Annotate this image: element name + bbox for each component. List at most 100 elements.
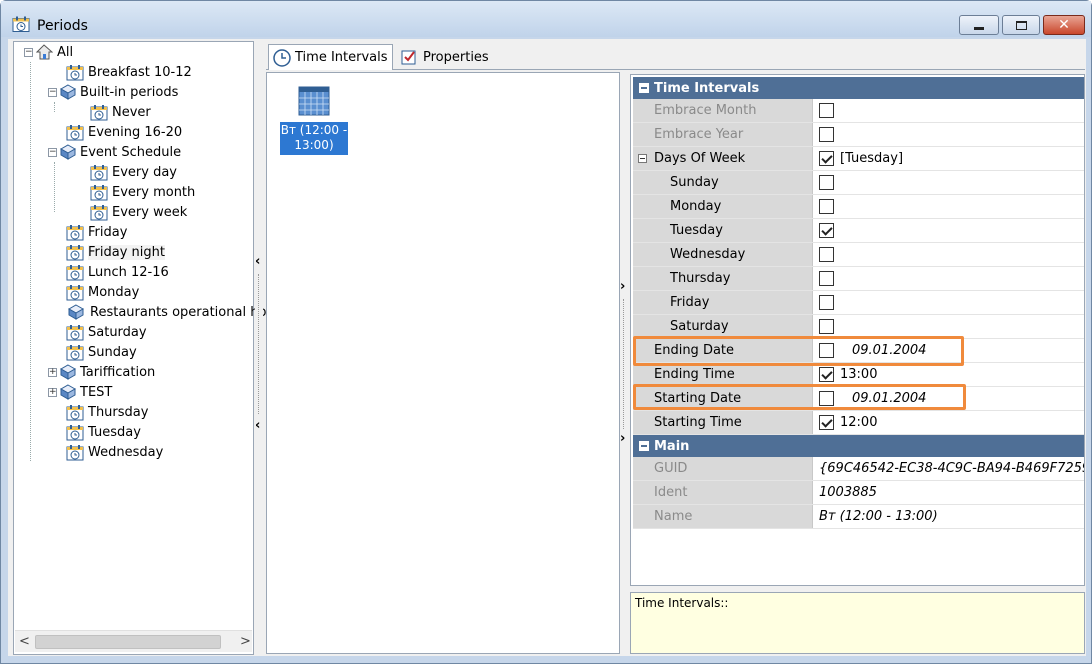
collapse-right-icon[interactable]: › bbox=[620, 431, 625, 446]
tree-item-label: Event Schedule bbox=[80, 144, 182, 160]
saturday-checkbox[interactable] bbox=[819, 319, 834, 334]
tree-item-thursday[interactable]: Thursday bbox=[66, 403, 148, 421]
collapse-left-icon[interactable]: ‹ bbox=[255, 418, 260, 433]
starting-time-checkbox[interactable] bbox=[819, 415, 834, 430]
scroll-left-icon[interactable]: < bbox=[19, 634, 30, 649]
sunday-checkbox[interactable] bbox=[819, 175, 834, 190]
client-area: − All Breakfast 10-12 − Built-in periods… bbox=[8, 39, 1086, 656]
friday-checkbox[interactable] bbox=[819, 295, 834, 310]
tree-item-test[interactable]: + TEST bbox=[48, 383, 112, 401]
monday-checkbox[interactable] bbox=[819, 199, 834, 214]
tree-item-every-day[interactable]: Every day bbox=[90, 163, 177, 181]
tree-item-friday-night[interactable]: Friday night bbox=[66, 243, 165, 261]
prop-starting-time[interactable]: Starting Time 12:00 bbox=[633, 411, 1084, 435]
tree-item-tariffication[interactable]: + Tariffication bbox=[48, 363, 155, 381]
prop-ident[interactable]: Ident 1003885 bbox=[633, 481, 1084, 505]
collapse-icon[interactable]: − bbox=[48, 147, 57, 157]
tree-item-lunch[interactable]: Lunch 12-16 bbox=[66, 263, 169, 281]
collapse-icon[interactable] bbox=[639, 441, 649, 451]
prop-name: Embrace Month bbox=[633, 99, 813, 122]
minimize-button[interactable] bbox=[959, 15, 999, 35]
time-intervals-list[interactable]: Вт (12:00 - 13:00) bbox=[266, 72, 620, 654]
category-main[interactable]: Main bbox=[633, 435, 1084, 457]
ending-time-checkbox[interactable] bbox=[819, 367, 834, 382]
collapse-icon[interactable] bbox=[639, 83, 649, 93]
collapse-left-icon[interactable]: ‹ bbox=[255, 254, 260, 269]
tree-item-event-schedule[interactable]: − Event Schedule bbox=[48, 143, 181, 161]
prop-name: Saturday bbox=[633, 315, 813, 338]
splitter-grip bbox=[623, 299, 624, 429]
calendar-clock-icon bbox=[12, 15, 30, 33]
tree-item-restaurants[interactable]: Restaurants operational hou bbox=[68, 303, 275, 321]
tree-item-every-month[interactable]: Every month bbox=[90, 183, 195, 201]
right-splitter[interactable]: › › bbox=[620, 279, 628, 449]
tree-item-tuesday[interactable]: Tuesday bbox=[66, 423, 141, 441]
category-time-intervals[interactable]: Time Intervals bbox=[633, 77, 1084, 99]
highlight-starting-date bbox=[633, 384, 966, 410]
prop-value: 13:00 bbox=[840, 367, 878, 382]
thursday-checkbox[interactable] bbox=[819, 271, 834, 286]
prop-embrace-year[interactable]: Embrace Year bbox=[633, 123, 1084, 147]
tab-properties[interactable]: Properties bbox=[397, 45, 493, 69]
prop-name: Wednesday bbox=[633, 243, 813, 266]
tree-item-label: Every week bbox=[112, 204, 188, 220]
tree-item-wednesday[interactable]: Wednesday bbox=[66, 443, 163, 461]
tree-item-sunday[interactable]: Sunday bbox=[66, 343, 137, 361]
tuesday-checkbox[interactable] bbox=[819, 223, 834, 238]
tree-item-saturday[interactable]: Saturday bbox=[66, 323, 147, 341]
tree-item-never[interactable]: Never bbox=[90, 103, 151, 121]
scroll-right-icon[interactable]: > bbox=[240, 634, 251, 649]
tree-item-monday[interactable]: Monday bbox=[66, 283, 139, 301]
tab-label: Properties bbox=[423, 49, 489, 65]
tree-item-label: Every month bbox=[112, 184, 196, 200]
prop-embrace-month[interactable]: Embrace Month bbox=[633, 99, 1084, 123]
interval-grid-icon bbox=[298, 86, 330, 116]
left-splitter[interactable]: ‹ ‹ bbox=[255, 254, 263, 434]
embrace-year-checkbox[interactable] bbox=[819, 127, 834, 142]
tab-label: Time Intervals bbox=[295, 50, 388, 65]
prop-days-of-week[interactable]: Days Of Week [Tuesday] bbox=[633, 147, 1084, 171]
collapse-right-icon[interactable]: › bbox=[620, 279, 625, 294]
title-bar[interactable]: Periods ✕ bbox=[1, 1, 1091, 37]
collapse-icon[interactable] bbox=[638, 154, 647, 163]
tree-horizontal-scrollbar[interactable]: < > bbox=[15, 630, 252, 652]
wednesday-checkbox[interactable] bbox=[819, 247, 834, 262]
prop-name: Name bbox=[633, 505, 813, 528]
maximize-button[interactable] bbox=[1002, 15, 1040, 35]
prop-value: 12:00 bbox=[840, 415, 878, 430]
prop-name: GUID bbox=[633, 457, 813, 480]
tree-root-label: All bbox=[57, 44, 74, 60]
tree-item-label: Wednesday bbox=[88, 444, 164, 460]
prop-day-tuesday[interactable]: Tuesday bbox=[633, 219, 1084, 243]
calendar-clock-icon bbox=[90, 204, 108, 221]
tree-root-all[interactable]: − All bbox=[24, 43, 73, 61]
tree-item-breakfast[interactable]: Breakfast 10-12 bbox=[66, 63, 192, 81]
prop-guid[interactable]: GUID {69C46542-EC38-4C9C-BA94-B469F72593… bbox=[633, 457, 1084, 481]
close-button[interactable]: ✕ bbox=[1043, 15, 1085, 35]
tree-item-evening[interactable]: Evening 16-20 bbox=[66, 123, 182, 141]
days-of-week-checkbox[interactable] bbox=[819, 151, 834, 166]
minimize-icon bbox=[974, 27, 984, 30]
prop-value: {69C46542-EC38-4C9C-BA94-B469F725930 bbox=[819, 461, 1084, 476]
properties-icon bbox=[401, 49, 417, 65]
tree-item-friday[interactable]: Friday bbox=[66, 223, 127, 241]
prop-name-field[interactable]: Name Вт (12:00 - 13:00) bbox=[633, 505, 1084, 529]
prop-day-friday[interactable]: Friday bbox=[633, 291, 1084, 315]
embrace-month-checkbox[interactable] bbox=[819, 103, 834, 118]
periods-tree[interactable]: − All Breakfast 10-12 − Built-in periods… bbox=[13, 41, 275, 655]
expand-icon[interactable]: + bbox=[48, 387, 57, 397]
prop-day-wednesday[interactable]: Wednesday bbox=[633, 243, 1084, 267]
calendar-clock-icon bbox=[66, 444, 84, 461]
prop-day-monday[interactable]: Monday bbox=[633, 195, 1084, 219]
tab-time-intervals[interactable]: Time Intervals bbox=[268, 44, 393, 70]
scrollbar-thumb[interactable] bbox=[35, 635, 221, 649]
clock-icon bbox=[273, 48, 291, 67]
collapse-icon[interactable]: − bbox=[24, 47, 33, 57]
tree-item-built-in-periods[interactable]: − Built-in periods bbox=[48, 83, 178, 101]
prop-name: Thursday bbox=[633, 267, 813, 290]
tree-item-every-week[interactable]: Every week bbox=[90, 203, 187, 221]
prop-day-thursday[interactable]: Thursday bbox=[633, 267, 1084, 291]
expand-icon[interactable]: + bbox=[48, 367, 57, 377]
collapse-icon[interactable]: − bbox=[48, 87, 57, 97]
prop-day-sunday[interactable]: Sunday bbox=[633, 171, 1084, 195]
